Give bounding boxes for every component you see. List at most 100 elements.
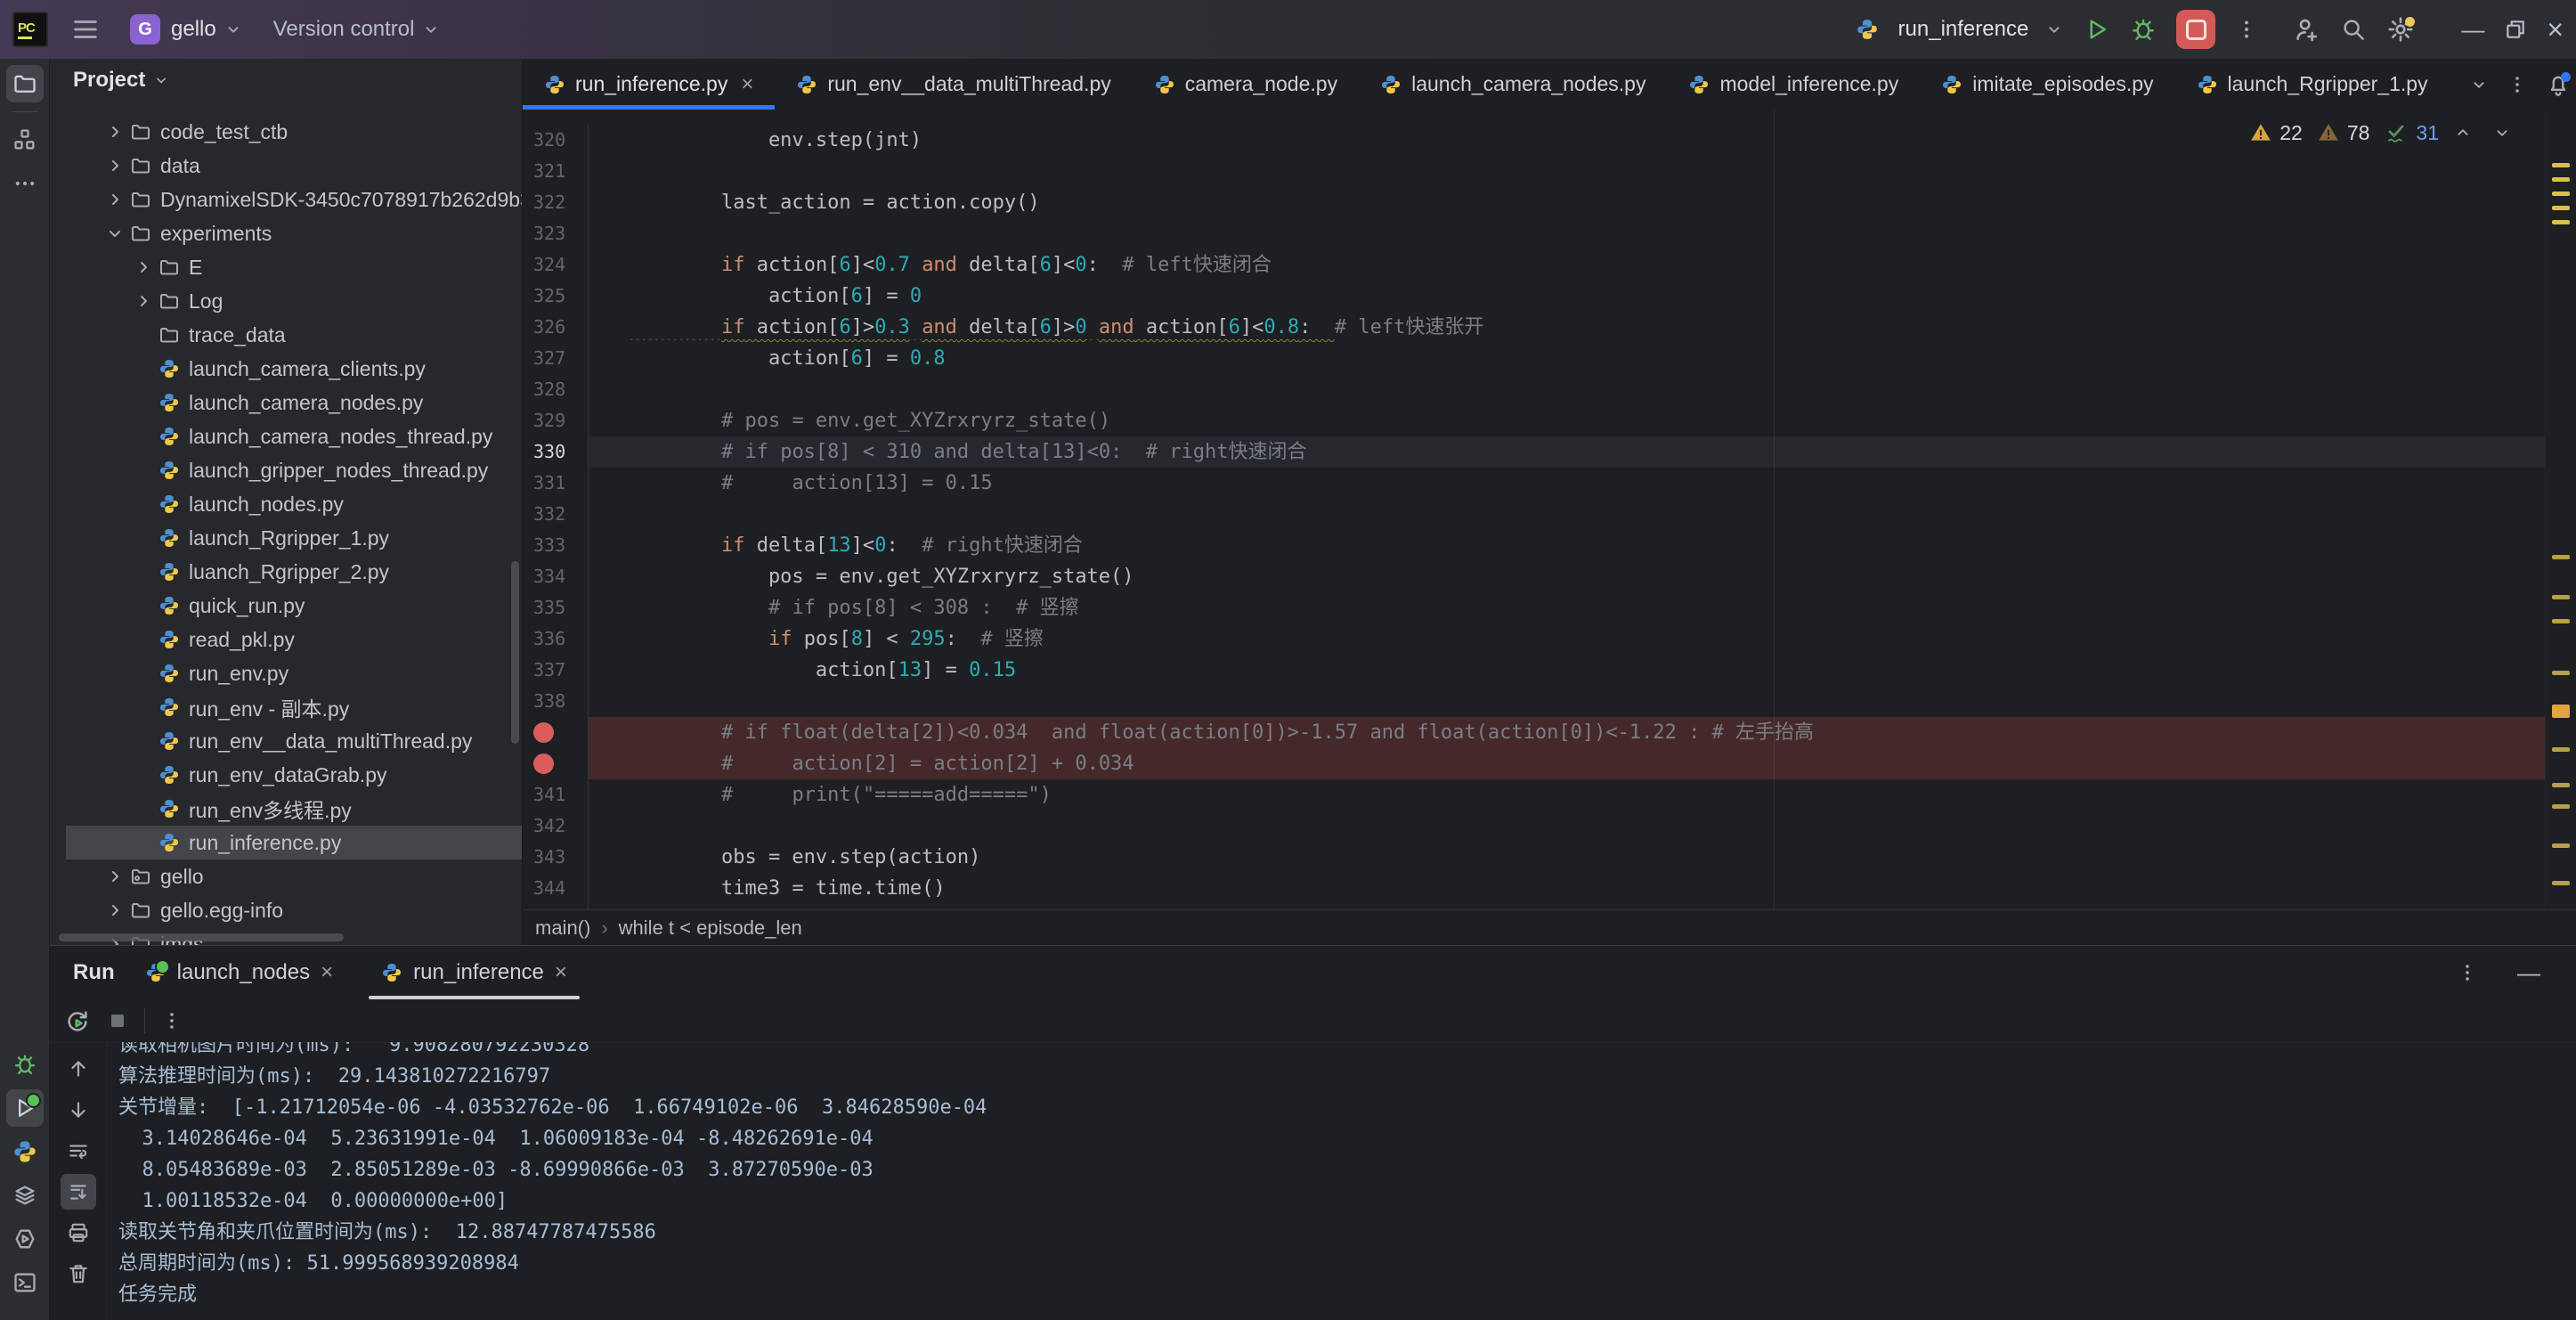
tree-item[interactable]: launch_gripper_nodes_thread.py (50, 453, 522, 487)
code-line[interactable]: 333 if delta[13]<0: # right快速闭合 (523, 530, 2576, 561)
console-print-button[interactable] (61, 1215, 96, 1251)
code-line[interactable]: 321 (523, 156, 2576, 187)
chevron-down-icon[interactable] (223, 20, 243, 39)
console-output[interactable]: 读取相机图片时间为(ms): 9.908280792230328算法推理时间为(… (108, 1042, 2576, 1320)
line-number[interactable]: 327 (523, 343, 589, 374)
run-button[interactable] (2084, 16, 2110, 43)
tool-window-button-python-packages[interactable] (6, 1220, 44, 1258)
stop-button[interactable] (2176, 10, 2215, 49)
tree-item[interactable]: launch_nodes.py (50, 487, 522, 521)
editor-tab[interactable]: camera_node.py (1133, 59, 1359, 110)
code-line[interactable]: 328 (523, 374, 2576, 405)
tree-item[interactable]: run_env_dataGrab.py (50, 758, 522, 792)
more-actions-icon[interactable] (2235, 18, 2258, 41)
hidden-tabs-icon[interactable] (2469, 75, 2489, 94)
tree-horizontal-scrollbar[interactable] (59, 933, 344, 941)
tree-item[interactable]: gello.egg-info (50, 893, 522, 927)
editor-tab[interactable]: launch_camera_nodes.py (1359, 59, 1667, 110)
code-line[interactable]: 345 (523, 904, 2576, 909)
line-number[interactable]: 334 (523, 561, 589, 592)
stripe-mark[interactable] (2552, 206, 2570, 210)
tree-item[interactable]: trace_data (50, 318, 522, 352)
code-line[interactable]: 329 # pos = env.get_XYZrxryrz_state() (523, 405, 2576, 436)
console-scroll-to-end-button[interactable] (61, 1174, 96, 1210)
code-line[interactable]: 335 # if pos[8] < 308 : # 竖擦 (523, 592, 2576, 623)
code-line[interactable]: 327 action[6] = 0.8 (523, 343, 2576, 374)
tree-item[interactable]: run_inference.py (50, 826, 522, 860)
next-problem-icon[interactable] (2492, 123, 2512, 143)
code-line[interactable]: 336 if pos[8] < 295: # 竖擦 (523, 623, 2576, 655)
settings-gear-icon[interactable] (2386, 15, 2415, 44)
code-line[interactable]: 325 action[6] = 0 (523, 281, 2576, 312)
debug-button[interactable] (2130, 16, 2157, 43)
line-number[interactable]: 321 (523, 156, 589, 187)
code-with-me-icon[interactable] (2292, 15, 2320, 44)
line-number[interactable]: 330 (523, 436, 589, 468)
stripe-mark[interactable] (2552, 220, 2570, 224)
code-line[interactable]: 322 last_action = action.copy() (523, 187, 2576, 218)
close-tab-icon[interactable]: × (321, 960, 333, 985)
run-configuration[interactable]: run_inference (1856, 17, 2065, 42)
line-number[interactable]: 324 (523, 249, 589, 281)
console-clear-button[interactable] (61, 1256, 96, 1291)
code-line[interactable]: 337 action[13] = 0.15 (523, 655, 2576, 686)
project-panel-header[interactable]: Project (50, 59, 522, 102)
prev-problem-icon[interactable] (2453, 123, 2473, 143)
code-line[interactable]: # if float(delta[2])<0.034 and float(act… (523, 717, 2576, 748)
tree-item[interactable]: data (50, 149, 522, 183)
search-everywhere-icon[interactable] (2340, 16, 2367, 43)
tree-item[interactable]: launch_camera_nodes.py (50, 386, 522, 420)
editor-tab[interactable]: run_inference.py × (523, 59, 775, 110)
stripe-mark[interactable] (2552, 555, 2570, 559)
window-minimize-button[interactable]: — (2461, 16, 2484, 44)
line-number[interactable]: 332 (523, 499, 589, 530)
stripe-mark[interactable] (2552, 671, 2570, 675)
stripe-mark[interactable] (2552, 619, 2570, 623)
breadcrumb-item[interactable]: main() (535, 917, 590, 940)
line-number[interactable]: 336 (523, 623, 589, 655)
tree-item[interactable]: experiments (50, 216, 522, 250)
line-number[interactable]: 337 (523, 655, 589, 686)
line-number[interactable]: 333 (523, 530, 589, 561)
tree-item[interactable]: launch_camera_nodes_thread.py (50, 420, 522, 453)
code-line[interactable]: 323 (523, 218, 2576, 249)
tree-item[interactable]: read_pkl.py (50, 623, 522, 656)
line-number[interactable]: 329 (523, 405, 589, 436)
project-name[interactable]: gello (171, 17, 216, 42)
tool-window-button-project-folder[interactable] (6, 65, 44, 102)
tree-item[interactable]: run_env - 副本.py (50, 690, 522, 724)
stripe-mark[interactable] (2552, 177, 2570, 182)
code-editor[interactable]: 320 env.step(jnt) 321 322 last_action = … (523, 110, 2576, 909)
code-line[interactable]: 344 time3 = time.time() (523, 873, 2576, 904)
code-line[interactable]: 324 if action[6]<0.7 and delta[6]<0: # l… (523, 249, 2576, 281)
tool-window-button-services[interactable] (6, 1177, 44, 1214)
stripe-mark[interactable] (2552, 747, 2570, 752)
line-number[interactable]: 325 (523, 281, 589, 312)
tool-window-button-python-console[interactable] (6, 1133, 44, 1170)
tree-item[interactable]: run_env多线程.py (50, 792, 522, 826)
run-more-options-icon[interactable] (161, 1010, 183, 1031)
console-up-button[interactable] (61, 1051, 96, 1087)
inspections-widget[interactable]: 22 78 31 (2249, 120, 2512, 145)
breakpoint-icon[interactable] (533, 722, 554, 743)
window-restore-button[interactable] (2504, 18, 2527, 41)
tool-window-button-structure[interactable] (6, 121, 44, 159)
tree-item[interactable]: Log (50, 284, 522, 318)
vcs-widget[interactable]: Version control (273, 17, 415, 42)
run-tab[interactable]: launch_nodes × (127, 946, 351, 999)
line-number[interactable]: 342 (523, 811, 589, 842)
line-number[interactable]: 331 (523, 468, 589, 499)
line-number[interactable]: 322 (523, 187, 589, 218)
run-panel-minimize-icon[interactable]: — (2517, 959, 2540, 987)
line-number[interactable]: 341 (523, 779, 589, 811)
line-number[interactable] (523, 717, 589, 748)
stripe-mark[interactable] (2552, 191, 2570, 196)
line-number[interactable]: 335 (523, 592, 589, 623)
chevron-down-icon[interactable] (421, 20, 441, 39)
breadcrumb-item[interactable]: while t < episode_len (619, 917, 802, 940)
close-tab-icon[interactable]: × (555, 960, 567, 985)
tree-item[interactable]: launch_camera_clients.py (50, 352, 522, 386)
project-avatar[interactable]: G (130, 14, 160, 45)
tool-window-button-more-tools[interactable] (6, 165, 44, 202)
hamburger-menu-icon[interactable] (66, 14, 105, 45)
